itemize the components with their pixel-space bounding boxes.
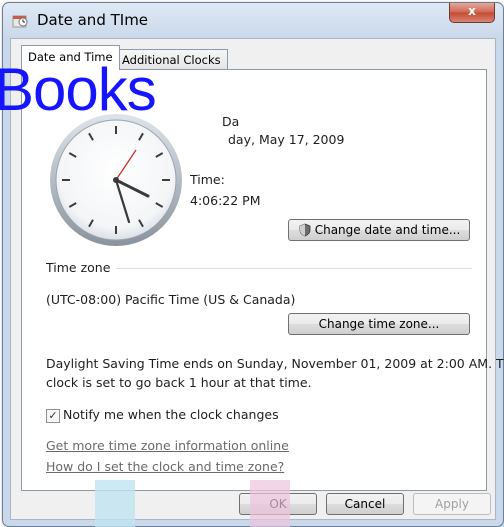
- time-zone-divider: [116, 268, 472, 269]
- change-time-zone-button[interactable]: Change time zone...: [288, 313, 470, 335]
- watermark-background-pink-2: [250, 480, 290, 527]
- date-label: Da: [222, 114, 240, 129]
- dst-message-line2: clock is set to go back 1 hour at that t…: [46, 375, 312, 390]
- window-title: Date and TIme: [37, 11, 149, 29]
- change-date-time-label: Change date and time...: [314, 223, 461, 237]
- analog-clock: [50, 114, 182, 246]
- apply-button[interactable]: Apply: [413, 493, 491, 515]
- watermark-background-cyan: [95, 480, 135, 527]
- time-label: Time:: [190, 172, 225, 187]
- notify-checkbox-label: Notify me when the clock changes: [63, 407, 279, 422]
- time-value: 4:06:22 PM: [190, 193, 261, 208]
- clock-app-icon: [12, 15, 28, 28]
- how-to-set-clock-link[interactable]: How do I set the clock and time zone?: [46, 459, 284, 474]
- dst-message-line1: Daylight Saving Time ends on Sunday, Nov…: [46, 356, 504, 371]
- title-bar: Date and TIme x: [3, 3, 503, 37]
- cancel-button[interactable]: Cancel: [326, 493, 404, 515]
- shield-icon: [299, 223, 311, 237]
- close-button[interactable]: x: [449, 3, 495, 23]
- time-zone-section-label: Time zone: [46, 260, 111, 275]
- tab-panel: Da day, May 17, 2009 Time: 4:06:22 PM Ch…: [21, 69, 504, 491]
- date-value: day, May 17, 2009: [228, 132, 345, 147]
- change-date-time-button[interactable]: Change date and time...: [288, 219, 470, 241]
- more-time-zone-info-link[interactable]: Get more time zone information online: [46, 438, 289, 453]
- books-watermark: Books: [0, 56, 157, 123]
- notify-checkbox[interactable]: ✓: [46, 409, 60, 423]
- time-zone-value: (UTC-08:00) Pacific Time (US & Canada): [46, 292, 296, 307]
